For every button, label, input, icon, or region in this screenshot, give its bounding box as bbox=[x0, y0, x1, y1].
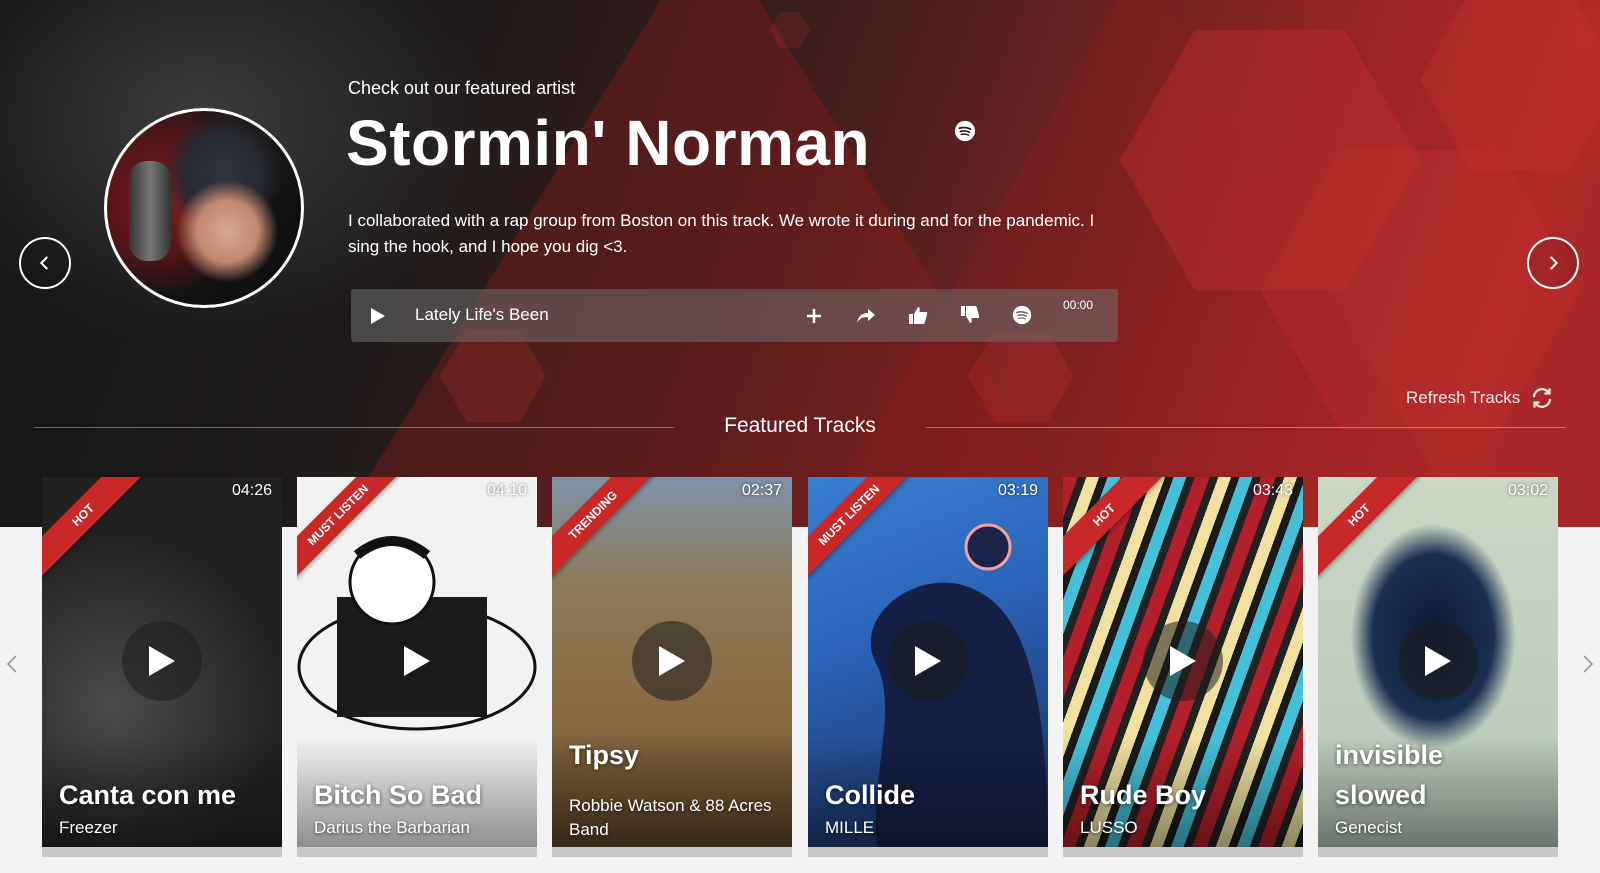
card-footer-bar bbox=[1318, 847, 1558, 857]
share-button[interactable] bbox=[855, 305, 877, 327]
microphone-graphic bbox=[129, 161, 171, 261]
card-footer-bar bbox=[552, 847, 792, 857]
carousel-next-arrow[interactable] bbox=[1580, 652, 1596, 676]
track-duration: 04:10 bbox=[486, 482, 527, 499]
badge-ribbon: TRENDING bbox=[552, 477, 656, 581]
badge-ribbon: HOT bbox=[1318, 477, 1422, 581]
track-artist[interactable]: Darius the Barbarian bbox=[314, 818, 470, 838]
card-footer-bar bbox=[42, 847, 282, 857]
card-footer-bar bbox=[1063, 847, 1303, 857]
track-duration: 02:37 bbox=[741, 482, 782, 499]
track-title[interactable]: Tipsy bbox=[569, 735, 784, 775]
card-play-button[interactable] bbox=[1143, 621, 1223, 701]
section-divider-right bbox=[926, 427, 1566, 428]
thumbs-up-icon bbox=[909, 307, 928, 324]
featured-tracks-heading: Featured Tracks bbox=[724, 414, 876, 437]
hero-eyebrow: Check out our featured artist bbox=[348, 78, 576, 98]
track-card[interactable]: TRENDING 02:37 Tipsy Robbie Watson & 88 … bbox=[552, 477, 792, 857]
card-play-button[interactable] bbox=[377, 621, 457, 701]
carousel-prev-arrow[interactable] bbox=[4, 652, 20, 676]
track-artist[interactable]: Freezer bbox=[59, 818, 118, 838]
like-button[interactable] bbox=[907, 304, 929, 326]
track-duration: 03:19 bbox=[997, 482, 1038, 499]
artist-name[interactable]: Stormin' Norman bbox=[346, 106, 870, 180]
card-footer-bar bbox=[297, 847, 537, 857]
dislike-button[interactable] bbox=[959, 304, 981, 326]
refresh-label: Refresh Tracks bbox=[1406, 388, 1521, 407]
player-time: 00:00 bbox=[1063, 298, 1094, 312]
chevron-right-icon bbox=[1550, 256, 1559, 270]
card-play-button[interactable] bbox=[632, 621, 712, 701]
track-card[interactable]: HOT 03:02 invisible slowed Genecist bbox=[1318, 477, 1558, 857]
card-play-button[interactable] bbox=[888, 621, 968, 701]
badge-ribbon: MUST LISTEN bbox=[808, 477, 912, 581]
track-artist[interactable]: Robbie Watson & 88 Acres Band bbox=[569, 794, 784, 842]
badge-label: TRENDING bbox=[552, 477, 656, 578]
card-play-button[interactable] bbox=[1398, 621, 1478, 701]
badge-label: HOT bbox=[1063, 477, 1167, 578]
track-title[interactable]: Collide bbox=[825, 775, 1040, 815]
track-card[interactable]: MUST LISTEN 04:10 Bitch So Bad Darius th… bbox=[297, 477, 537, 857]
play-icon bbox=[1425, 646, 1451, 676]
track-card[interactable]: HOT 04:26 Canta con me Freezer bbox=[42, 477, 282, 857]
track-title[interactable]: Canta con me bbox=[59, 775, 274, 815]
track-duration: 03:02 bbox=[1507, 482, 1548, 499]
spotify-icon bbox=[1012, 305, 1032, 325]
track-duration: 03:43 bbox=[1252, 482, 1293, 499]
card-play-button[interactable] bbox=[122, 621, 202, 701]
spotify-button[interactable] bbox=[1011, 304, 1033, 326]
card-footer-bar bbox=[808, 847, 1048, 857]
plus-icon bbox=[807, 309, 821, 323]
track-card[interactable]: MUST LISTEN 03:19 Collide MILLE bbox=[808, 477, 1048, 857]
add-button[interactable] bbox=[803, 305, 825, 327]
badge-label: MUST LISTEN bbox=[297, 477, 401, 578]
play-icon bbox=[659, 646, 685, 676]
track-player: Lately Life's Been 00:00 bbox=[351, 289, 1118, 342]
play-button[interactable] bbox=[367, 305, 389, 327]
badge-label: HOT bbox=[1318, 477, 1422, 578]
chevron-left-icon bbox=[39, 256, 48, 270]
hero-next-button[interactable] bbox=[1527, 237, 1579, 289]
artist-avatar[interactable] bbox=[104, 108, 304, 308]
track-title[interactable]: invisible slowed bbox=[1335, 735, 1475, 815]
track-artist[interactable]: Genecist bbox=[1335, 818, 1402, 838]
badge-label: HOT bbox=[42, 477, 146, 578]
track-duration: 04:26 bbox=[231, 482, 272, 499]
thumbs-down-icon bbox=[961, 306, 980, 323]
refresh-icon bbox=[1533, 388, 1552, 408]
badge-ribbon: HOT bbox=[1063, 477, 1167, 581]
track-artist[interactable]: LUSSO bbox=[1080, 818, 1138, 838]
badge-ribbon: HOT bbox=[42, 477, 146, 581]
play-icon bbox=[371, 308, 385, 324]
badge-ribbon: MUST LISTEN bbox=[297, 477, 401, 581]
play-icon bbox=[404, 646, 430, 676]
section-divider-left bbox=[34, 427, 674, 428]
play-icon bbox=[149, 646, 175, 676]
hero-prev-button[interactable] bbox=[19, 237, 71, 289]
share-icon bbox=[857, 309, 875, 323]
badge-label: MUST LISTEN bbox=[808, 477, 912, 578]
featured-artist-hero: Check out our featured artist Stormin' N… bbox=[0, 0, 1600, 527]
play-icon bbox=[1170, 646, 1196, 676]
player-track-name: Lately Life's Been bbox=[415, 305, 549, 324]
track-artist[interactable]: MILLE bbox=[825, 818, 874, 838]
play-icon bbox=[915, 646, 941, 676]
track-card[interactable]: HOT 03:43 Rude Boy LUSSO bbox=[1063, 477, 1303, 857]
track-title[interactable]: Bitch So Bad bbox=[314, 775, 529, 815]
artist-bio: I collaborated with a rap group from Bos… bbox=[348, 211, 1095, 256]
refresh-tracks-button[interactable]: Refresh Tracks bbox=[1406, 386, 1554, 410]
track-title[interactable]: Rude Boy bbox=[1080, 775, 1295, 815]
spotify-icon[interactable] bbox=[954, 120, 976, 142]
